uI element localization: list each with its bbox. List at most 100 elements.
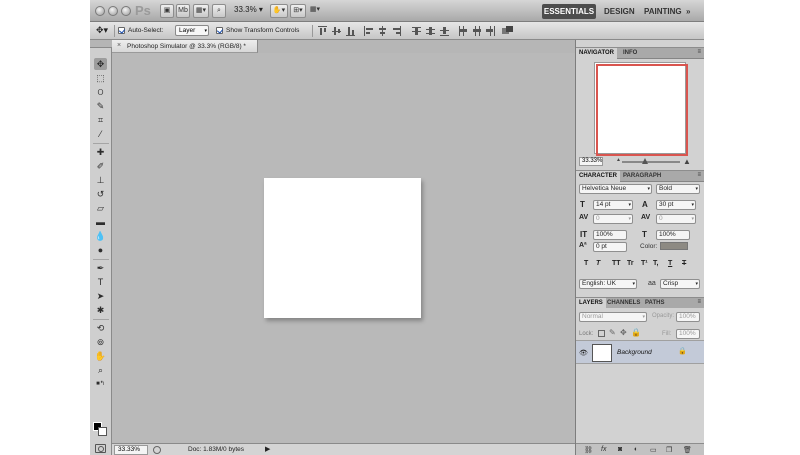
navigator-preview[interactable] <box>594 62 688 156</box>
status-menu-arrow-icon[interactable]: ▶ <box>265 445 270 453</box>
delete-layer-icon[interactable]: 🗑 <box>683 446 692 454</box>
lock-position-icon[interactable]: ✥ <box>620 328 627 337</box>
navigator-zoom-field[interactable]: 33.33% <box>579 157 603 166</box>
distribute-left-edges-icon[interactable] <box>458 26 467 36</box>
brush-tool-icon[interactable]: ✐ <box>94 160 107 172</box>
zoom-out-icon[interactable]: ▲ <box>616 157 621 163</box>
layer-style-icon[interactable]: fx <box>601 446 606 453</box>
crop-tool-icon[interactable]: ⌗ <box>94 114 107 126</box>
tracking-field[interactable]: 0 ▾ <box>656 214 696 224</box>
quick-mask-icon[interactable] <box>95 444 106 453</box>
new-layer-icon[interactable]: ❐ <box>666 446 672 454</box>
arrange-documents-button[interactable]: ▦▾ <box>304 4 326 18</box>
blur-tool-icon[interactable]: 💧 <box>94 230 107 242</box>
info-icon[interactable] <box>153 446 161 454</box>
lock-transparent-pixels-icon[interactable] <box>598 330 605 337</box>
gradient-tool-icon[interactable]: ▬ <box>94 216 107 228</box>
workspace-painting[interactable]: PAINTING <box>644 4 682 19</box>
zoom-window-button[interactable] <box>121 6 131 16</box>
fill-field[interactable]: 100% <box>676 329 700 339</box>
kerning-field[interactable]: 0 ▾ <box>593 214 633 224</box>
zoom-level-dropdown[interactable]: 33.3% ▾ <box>234 5 263 14</box>
distribute-top-edges-icon[interactable] <box>412 26 421 36</box>
document-tab[interactable]: × Photoshop Simulator @ 33.3% (RGB/8) * <box>112 40 258 53</box>
underline-button[interactable]: T <box>668 260 672 267</box>
move-tool-icon[interactable]: ✥ <box>94 58 107 70</box>
tab-character[interactable]: CHARACTER <box>576 171 620 182</box>
auto-select-target-select[interactable]: Layer ▾ <box>175 25 209 36</box>
layer-row-background[interactable]: 👁 Background 🔒 <box>576 340 704 364</box>
language-select[interactable]: English: UK ▾ <box>579 279 637 289</box>
strikethrough-button[interactable]: T <box>682 260 686 267</box>
link-layers-icon[interactable]: ⛓ <box>584 446 593 454</box>
font-family-select[interactable]: Helvetica Neue ▾ <box>579 184 652 194</box>
vertical-scale-field[interactable]: 100% <box>593 230 627 240</box>
close-window-button[interactable] <box>95 6 105 16</box>
horizontal-scale-field[interactable]: 100% <box>656 230 690 240</box>
distribute-right-edges-icon[interactable] <box>486 26 495 36</box>
panel-menu-icon[interactable]: ≡ <box>697 49 701 55</box>
auto-align-layers-icon[interactable] <box>502 26 514 36</box>
show-transform-controls-checkbox[interactable] <box>216 27 223 34</box>
tab-info[interactable]: INFO <box>620 48 640 59</box>
adjustment-layer-icon[interactable]: ◐ <box>634 446 638 453</box>
blend-mode-select[interactable]: Normal ▾ <box>579 312 647 322</box>
faux-bold-button[interactable]: T <box>584 260 588 267</box>
distribute-horizontal-centers-icon[interactable] <box>472 26 481 36</box>
more-workspaces-chevron-icon[interactable]: » <box>686 4 690 19</box>
zoom-in-icon[interactable]: ▲ <box>683 157 691 166</box>
antialias-select[interactable]: Crisp ▾ <box>660 279 700 289</box>
workspace-design[interactable]: DESIGN <box>604 4 635 19</box>
subscript-button[interactable]: T, <box>653 260 658 267</box>
opacity-field[interactable]: 100% <box>676 312 700 322</box>
default-colors-icon[interactable]: ■↰ <box>94 378 107 390</box>
background-color-swatch[interactable] <box>98 427 107 436</box>
lock-image-pixels-icon[interactable]: ✎ <box>609 328 616 337</box>
eraser-icon[interactable]: ▱ <box>94 202 107 214</box>
bridge-button[interactable]: ▣ <box>160 4 174 18</box>
align-top-edges-icon[interactable] <box>318 26 327 36</box>
tab-paragraph[interactable]: PARAGRAPH <box>620 171 664 182</box>
hand-tool-icon[interactable]: ✋ <box>94 350 107 362</box>
lasso-icon[interactable]: ଠ <box>94 86 107 98</box>
leading-field[interactable]: 30 pt ▾ <box>656 200 696 210</box>
lock-all-icon[interactable]: 🔒 <box>631 328 641 337</box>
distribute-bottom-edges-icon[interactable] <box>440 26 449 36</box>
zoom-tool-button[interactable]: ⌕ <box>212 4 226 18</box>
type-tool-icon[interactable]: T <box>94 276 107 288</box>
tab-navigator[interactable]: NAVIGATOR <box>576 48 618 59</box>
move-tool-preset-icon[interactable]: ✥▾ <box>96 25 108 36</box>
align-vertical-centers-icon[interactable] <box>332 26 341 36</box>
superscript-button[interactable]: T¹ <box>641 260 648 267</box>
auto-select-checkbox[interactable] <box>118 27 125 34</box>
align-horizontal-centers-icon[interactable] <box>378 26 387 36</box>
quick-selection-icon[interactable]: ✎ <box>94 100 107 112</box>
font-size-field[interactable]: 14 pt ▾ <box>593 200 633 210</box>
minimize-window-button[interactable] <box>108 6 118 16</box>
3d-rotate-icon[interactable]: ⟲ <box>94 322 107 334</box>
eyedropper-icon[interactable]: ⁄ <box>94 128 107 140</box>
align-bottom-edges-icon[interactable] <box>346 26 355 36</box>
slider-thumb[interactable] <box>642 158 648 164</box>
rectangular-marquee-icon[interactable]: ⬚ <box>94 72 107 84</box>
add-mask-icon[interactable]: ◙ <box>618 446 622 453</box>
new-group-icon[interactable]: ▭ <box>650 446 657 454</box>
all-caps-button[interactable]: TT <box>612 260 621 267</box>
pen-tool-icon[interactable]: ✒ <box>94 262 107 274</box>
path-selection-icon[interactable]: ➤ <box>94 290 107 302</box>
zoom-tool-icon[interactable]: ⌕ <box>94 364 107 376</box>
view-extras-button[interactable]: ▦▾ <box>193 4 209 18</box>
panel-menu-icon[interactable]: ≡ <box>697 299 701 305</box>
tools-panel-header[interactable] <box>90 40 112 48</box>
clone-stamp-icon[interactable]: ⊥ <box>94 174 107 186</box>
visibility-eye-icon[interactable]: 👁 <box>579 349 588 357</box>
align-left-edges-icon[interactable] <box>364 26 373 36</box>
distribute-vertical-centers-icon[interactable] <box>426 26 435 36</box>
baseline-shift-field[interactable]: 0 pt <box>593 242 627 252</box>
3d-orbit-icon[interactable]: ⊚ <box>94 336 107 348</box>
close-icon[interactable]: × <box>117 42 121 49</box>
custom-shape-icon[interactable]: ✱ <box>94 304 107 316</box>
mini-bridge-button[interactable]: Mb <box>176 4 190 18</box>
panel-menu-icon[interactable]: ≡ <box>697 172 701 178</box>
history-brush-icon[interactable]: ↺ <box>94 188 107 200</box>
